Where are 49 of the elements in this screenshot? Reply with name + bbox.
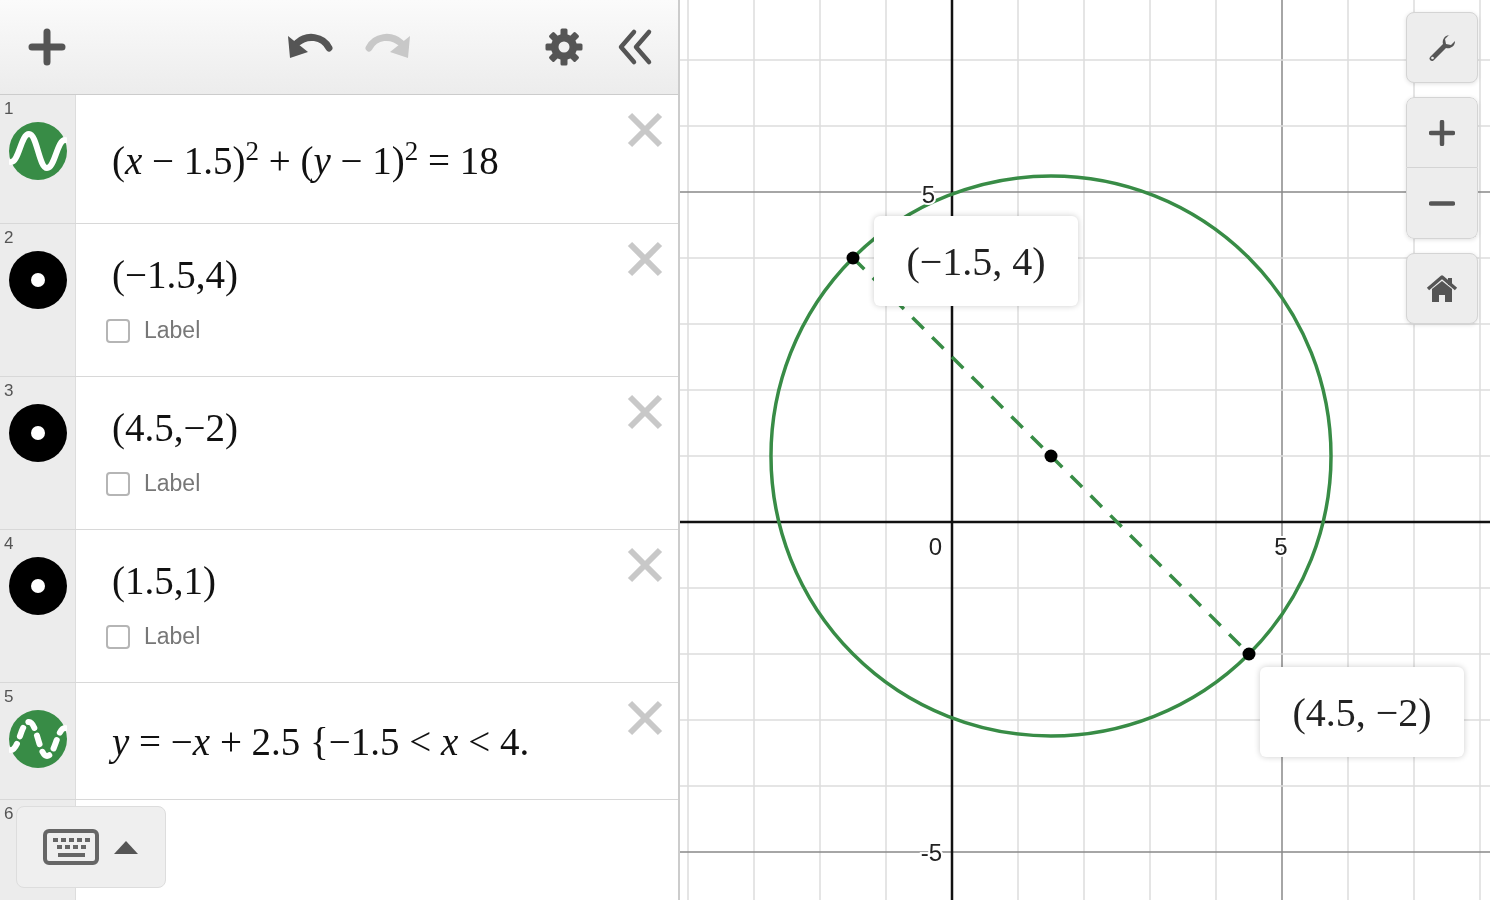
math-expression[interactable]: (1.5,1)	[112, 558, 216, 603]
expression-number: 4	[4, 534, 14, 554]
expression-number: 6	[4, 804, 14, 824]
label-checkbox[interactable]	[106, 471, 130, 496]
point-style-icon	[8, 251, 67, 309]
expression-number: 2	[4, 228, 14, 248]
label-checkbox[interactable]	[106, 318, 130, 343]
close-icon	[626, 699, 664, 737]
home-icon	[1426, 274, 1458, 303]
expression-number: 5	[4, 687, 14, 707]
math-expression[interactable]: (−1.5,4)	[112, 252, 238, 297]
point-style-icon	[8, 404, 67, 462]
point-coordinate-label: (−1.5, 4)	[874, 216, 1078, 306]
zoom-in-button[interactable]	[1406, 97, 1478, 168]
double-chevron-icon	[616, 28, 654, 66]
keyboard-icon	[43, 829, 99, 865]
point-marker	[1044, 449, 1058, 463]
gear-icon	[544, 27, 584, 67]
axis-tick-label: -5	[920, 839, 942, 866]
wave-icon	[8, 122, 67, 180]
label-option: Label	[144, 317, 201, 344]
point-marker	[1242, 647, 1256, 661]
close-icon	[626, 546, 664, 584]
minus-icon	[1429, 200, 1455, 206]
home-button[interactable]	[1406, 253, 1478, 324]
keyboard-toggle-button[interactable]	[16, 806, 166, 888]
wave-icon	[8, 710, 67, 768]
add-expression-button[interactable]	[26, 26, 68, 68]
label-checkbox[interactable]	[106, 624, 130, 649]
axis-tick-label: 5	[921, 181, 935, 208]
axis-tick-label: 0	[928, 533, 942, 560]
plus-icon	[28, 28, 66, 66]
expression-number: 1	[4, 99, 14, 119]
graph-settings-button[interactable]	[1406, 12, 1478, 83]
axis-tick-label: 5	[1274, 533, 1288, 560]
math-expression[interactable]: (4.5,−2)	[112, 405, 238, 450]
close-icon	[626, 240, 664, 278]
expression-number: 3	[4, 381, 14, 401]
point-coordinate-label: (4.5, −2)	[1260, 667, 1464, 757]
point-marker	[846, 251, 860, 265]
point-style-icon	[8, 557, 67, 615]
label-option: Label	[144, 470, 201, 497]
label-option: Label	[144, 623, 201, 650]
close-icon	[626, 111, 664, 149]
zoom-out-button[interactable]	[1406, 168, 1478, 239]
caret-icon	[113, 839, 139, 855]
close-icon	[626, 393, 664, 431]
math-expression[interactable]: (x − 1.5)$^{2}$ + (y − 1)$^{2}$ = 18	[112, 135, 499, 183]
plus-icon	[1429, 119, 1455, 146]
